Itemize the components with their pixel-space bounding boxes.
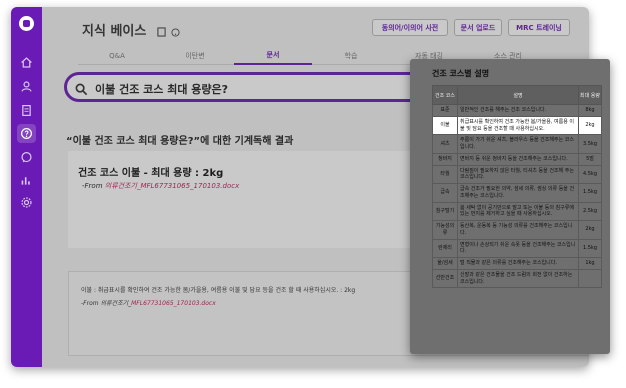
course-name: 표준 [432,104,458,117]
help-icon[interactable] [171,22,180,37]
course-table-body: 표준 일반적인 건조를 해주는 건조 코스입니다. 8kg 이불 취급표시를 확인하여 … [432,104,602,289]
synonym-dictionary-button[interactable]: 동의어/이의어 사전 [372,19,448,36]
table-row: 란제리 변형이나 손상되기 쉬운 속옷 등을 건조해주는 코스입니다. 1.5kg [432,238,602,258]
table-row: 셔츠 주름이 가기 쉬운 셔츠, 블라우스 등을 건조해주는 코스입니다. 3.5k… [432,134,602,154]
course-capacity: 3.5kg [578,134,602,154]
passage-source-link[interactable]: MFL67731065_170103.docx [131,300,216,307]
table-row: 기능성의류 등산복, 운동복 등 기능성 의류를 건조해주는 코스입니다. 2kg [432,220,602,240]
home-icon[interactable] [19,55,34,70]
course-capacity: 2kg [578,115,602,136]
popup-title: 건조 코스별 설명 [432,69,490,78]
course-name: 침구털기 [432,201,458,221]
upload-document-button[interactable]: 문서 업로드 [454,19,502,36]
answer-source: -From 의류건조기_MFL67731065_170103.docx [82,181,239,191]
source-file-link[interactable]: 의류건조기_MFL67731065_170103.docx [105,182,239,190]
course-name: 란제리 [432,238,458,258]
course-capacity: 2.5kg [578,201,602,221]
table-row: 표준 일반적인 건조를 해주는 건조 코스입니다. 8kg [432,104,602,117]
course-name: 울/섬세 [432,257,458,270]
search-icon [75,81,88,96]
stats-icon[interactable] [19,173,34,188]
column-header-description: 설명 [457,85,579,105]
page-title: 지식 베이스 [82,24,147,39]
user-icon[interactable] [19,79,34,94]
column-header-course: 건조 코스 [432,85,458,105]
table-row: 급속 급속 건조가 필요한 의약, 섬세 의류, 썸싱 의류 등을 건조해주는 코… [432,183,602,203]
app-logo[interactable] [19,16,34,31]
course-capacity: 1.5kg [578,183,602,203]
search-query: 이불 건조 코스 최대 용량은? [95,83,229,96]
course-description: 털 직물과 같은 의류를 건조해주는 코스입니다. [457,257,579,270]
table-row: 울/섬세 털 직물과 같은 의류를 건조해주는 코스입니다. 1kg [432,257,602,270]
table-row: 청바지 면바지 등 쉬운 청바지 등을 건조해주는 코스입니다. 5벌 [432,152,602,166]
course-capacity: 1kg [578,257,602,270]
document-icon[interactable] [19,103,34,118]
answer-text: 건조 코스 이불 - 최대 용량 : 2kg [78,168,224,179]
course-capacity: 1.5kg [578,238,602,258]
course-description: 주름이 가기 쉬운 셔츠, 블라우스 등을 건조해주는 코스입니다. [457,134,579,154]
tab-answers[interactable]: 이탄변 [156,47,234,65]
answer-source-prefix: -From [82,182,105,190]
answer-card: 건조 코스 이불 - 최대 용량 : 2kg -From 의류건조기_MFL67… [68,151,428,248]
course-capacity: 4.5kg [578,164,602,184]
course-description: 등산복, 운동복 등 기능성 의류를 건조해주는 코스입니다. [457,220,579,240]
course-description: 변형이나 손상되기 쉬운 속옷 등을 건조해주는 코스입니다. [457,238,579,258]
course-description: 일반적인 건조를 해주는 건조 코스입니다. [457,104,579,117]
qna-icon[interactable] [17,124,36,143]
course-name: 청바지 [432,152,458,166]
course-description: 신발과 같은 건조물을 건조 드럼의 회전 없이 건조하는 코스입니다. [457,268,579,289]
passage-source-prefix: -From 의류건조기_ [81,300,132,307]
tab-qna[interactable]: Q&A [78,47,156,65]
sidebar [11,7,42,367]
course-name: 셔츠 [432,134,458,154]
course-capacity: 2kg [578,220,602,240]
course-capacity: 8kg [578,104,602,117]
passage-source: -From 의류건조기_MFL67731065_170103.docx [81,298,216,307]
passage-text: 이불 : 취급표시를 확인하여 건조 가능한 봄/가을용, 여름용 이불 및 담… [81,287,356,294]
course-name: 이불 [432,115,458,136]
course-description: 봄 세탁 없이 공기만으로 말고 또는 이불 등의 침구류에 있는 먼지를 제거… [457,201,579,221]
course-name: 선반건조 [432,268,458,289]
course-description-popup: 건조 코스별 설명 건조 코스 설명 최대 용량 표준 일반적인 건조를 해주는 … [410,59,610,354]
course-name: 급속 [432,183,458,203]
settings-icon[interactable] [19,195,34,210]
result-heading: “이불 건조 코스 최대 용량은?”에 대한 기계독해 결과 [66,136,294,147]
course-name: 타월 [432,164,458,184]
course-capacity: 5벌 [578,152,602,166]
course-description: 급속 건조가 필요한 의약, 섬세 의류, 썸싱 의류 등을 건조해주는 코스입… [457,183,579,203]
top-bar: 지식 베이스 동의어/이의어 사전 문서 업로드 MRC 트레이닝 [42,7,589,47]
course-capacity [578,268,602,289]
table-row: 선반건조 신발과 같은 건조물을 건조 드럼의 회전 없이 건조하는 코스입니다. [432,268,602,289]
column-header-capacity: 최대 용량 [578,85,602,105]
chat-icon[interactable] [19,150,34,165]
course-name: 기능성의류 [432,220,458,240]
table-row: 이불 취급표시를 확인하여 건조 가능한 봄/가을용, 여름용 이불 및 담요 등… [432,115,602,136]
tab-learning[interactable]: 학습 [312,47,390,65]
mrc-training-button[interactable]: MRC 트레이닝 [508,19,570,36]
screenshot-stage: 지식 베이스 동의어/이의어 사전 문서 업로드 MRC 트레이닝 Q&A 이탄… [0,0,626,388]
course-table: 건조 코스 설명 최대 용량 표준 일반적인 건조를 해주는 건조 코스입니다. 8… [432,85,602,289]
course-description: 다림질이 필요하지 않은 타월, 티셔츠 등을 건조해 주는 코스입니다. [457,164,579,184]
course-description: 면바지 등 쉬운 청바지 등을 건조해주는 코스입니다. [457,152,579,166]
table-row: 타월 다림질이 필요하지 않은 타월, 티셔츠 등을 건조해 주는 코스입니다. 4… [432,164,602,184]
bookmark-icon[interactable] [157,22,166,37]
course-description: 취급표시를 확인하여 건조 가능한 봄/가을용, 여름용 이불 및 담요 등을 … [457,115,579,136]
tab-documents[interactable]: 문서 [234,47,312,65]
table-row: 침구털기 봄 세탁 없이 공기만으로 말고 또는 이불 등의 침구류에 있는 먼지… [432,201,602,221]
